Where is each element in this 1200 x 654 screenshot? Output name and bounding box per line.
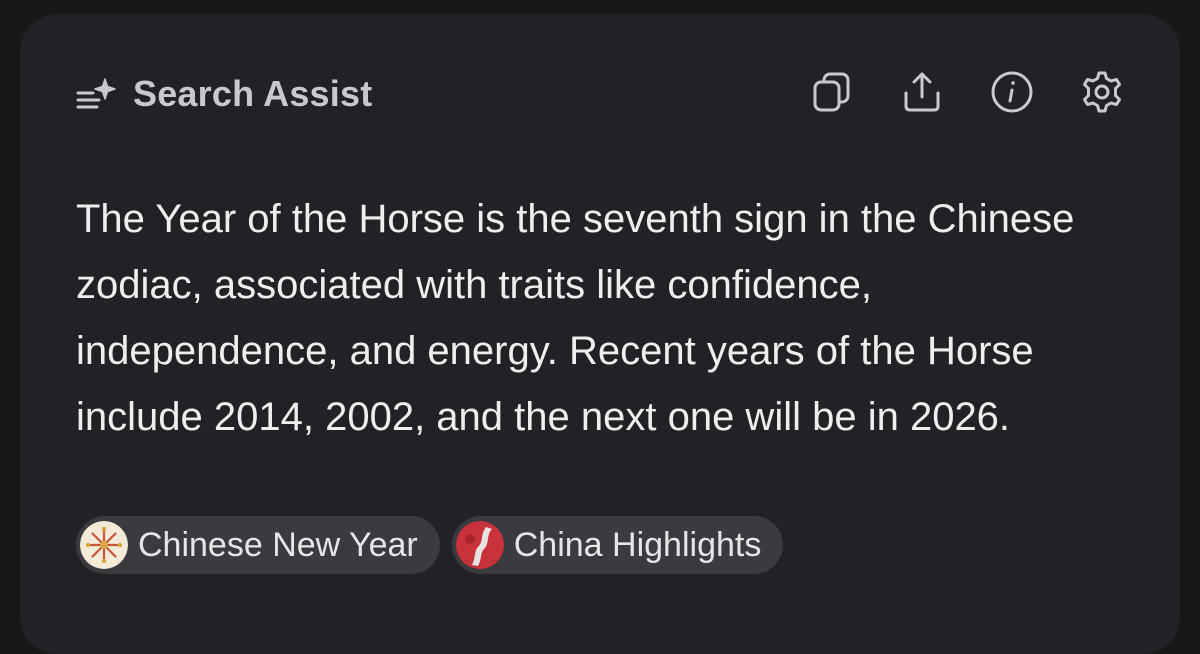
china-highlights-favicon [455,521,504,569]
info-button[interactable] [989,71,1035,117]
source-chip-label: China Highlights [513,525,762,564]
search-assist-header: Search Assist [75,66,372,122]
answer-text: The Year of the Horse is the seventh sig… [76,197,1075,439]
copy-icon [809,69,855,120]
gear-icon [1079,69,1125,120]
info-icon [989,69,1035,120]
source-chips: Chinese New Year China Highlights [76,516,784,574]
share-icon [899,69,945,120]
search-assist-title: Search Assist [133,73,373,114]
header-actions [809,66,1125,122]
share-button[interactable] [899,71,945,117]
search-assist-card: Search Assist The Year of the Horse is t… [20,14,1180,654]
source-chip-chinese-new-year[interactable]: Chinese New Year [76,516,440,574]
chinese-new-year-favicon [80,521,128,569]
sparkle-list-icon [75,71,121,117]
source-chip-china-highlights[interactable]: China Highlights [451,516,784,574]
copy-button[interactable] [809,71,855,117]
settings-button[interactable] [1079,71,1125,117]
source-chip-label: Chinese New Year [138,525,418,564]
